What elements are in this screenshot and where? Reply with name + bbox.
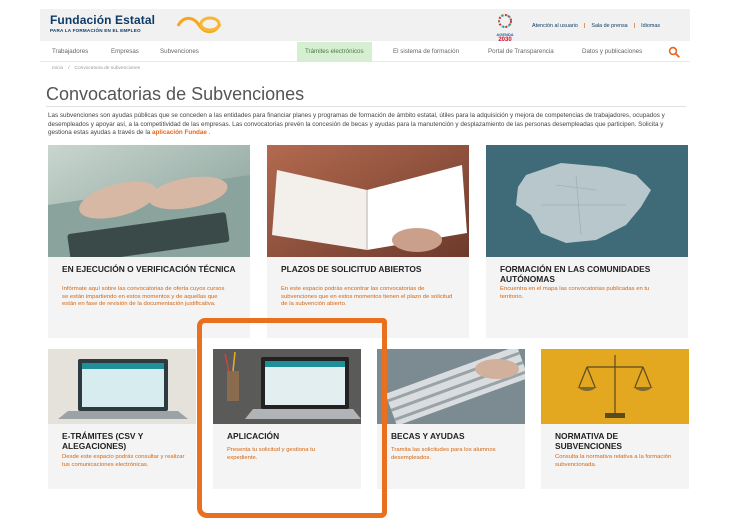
main-nav: Trabajadores Empresas Subvenciones Trámi… — [40, 42, 690, 62]
card-title: APLICACIÓN — [227, 431, 280, 441]
card-normativa[interactable]: NORMATIVA DE SUBVENCIONES Consulta la no… — [541, 349, 689, 489]
card-title: FORMACIÓN EN LAS COMUNIDADES AUTÓNOMAS — [500, 264, 651, 284]
page-title: Convocatorias de Subvenciones — [46, 84, 305, 104]
nav-empresas[interactable]: Empresas — [111, 42, 139, 62]
intro-suffix: . — [206, 129, 211, 137]
card-en-ejecucion[interactable]: EN EJECUCIÓN O VERIFICACIÓN TÉCNICA Infó… — [48, 145, 250, 338]
justice-scale-image — [541, 349, 689, 424]
card-becas-ayudas[interactable]: BECAS Y AYUDAS Tramita las solicitudes p… — [377, 349, 525, 489]
card-e-tramites[interactable]: E-TRÁMITES (CSV Y ALEGACIONES) Desde est… — [48, 349, 196, 489]
breadcrumb: Inicio / Convocatoria de subvenciones — [52, 66, 141, 71]
nav-trabajadores[interactable]: Trabajadores — [52, 42, 88, 62]
sdg-wheel-icon — [498, 14, 512, 28]
breadcrumb-current: Convocatoria de subvenciones — [74, 66, 141, 71]
card-text: Infórmate aquí sobre las convocatorias d… — [62, 286, 225, 308]
nav-datos-publicaciones[interactable]: Datos y publicaciones — [582, 42, 642, 62]
card-title: NORMATIVA DE SUBVENCIONES — [555, 431, 623, 451]
agenda-2030-logo[interactable]: AGENDA 2030 — [494, 14, 516, 43]
search-icon[interactable] — [668, 46, 680, 58]
card-aplicacion[interactable]: APLICACIÓN Presenta tu solicitud y gesti… — [213, 349, 361, 489]
card-text: Desde este espacio podrás consultar y re… — [62, 454, 185, 468]
aplicacion-fundae-link[interactable]: aplicación Fundae — [152, 129, 207, 136]
nav-tramites-electronicos[interactable]: Trámites electrónicos — [297, 42, 372, 62]
card-plazos-abiertos[interactable]: PLAZOS DE SOLICITUD ABIERTOS En este esp… — [267, 145, 469, 338]
card-title: PLAZOS DE SOLICITUD ABIERTOS — [281, 264, 422, 274]
card-comunidades-autonomas[interactable]: FORMACIÓN EN LAS COMUNIDADES AUTÓNOMAS E… — [486, 145, 688, 338]
nav-subvenciones[interactable]: Subvenciones — [160, 42, 199, 62]
nav-portal-transparencia[interactable]: Portal de Transparencia — [488, 42, 554, 62]
fundae-logo[interactable]: Fundación Estatal PARA LA FORMACIÓN EN E… — [50, 13, 155, 33]
title-divider — [46, 106, 686, 107]
logo-subtitle: PARA LA FORMACIÓN EN EL EMPLEO — [50, 28, 141, 33]
card-text: Consulta la normativa relativa a la form… — [555, 454, 672, 468]
intro-text: Las subvenciones son ayudas públicas que… — [48, 112, 665, 137]
card-text: En este espacio podrás encontrar las con… — [281, 286, 453, 308]
breadcrumb-inicio[interactable]: Inicio — [52, 66, 63, 71]
nav-sistema-formacion[interactable]: El sistema de formación — [393, 42, 459, 62]
top-links: Atención al usuario | Sala de prensa | Idiom… — [532, 23, 661, 29]
infinity-logo-icon — [176, 16, 222, 34]
top-link-atencion[interactable]: Atención al usuario — [532, 23, 578, 29]
becas-keyboard-image — [377, 349, 525, 424]
intro-paragraph: Las subvenciones son ayudas públicas que… — [48, 112, 688, 138]
desk-laptop-image — [213, 349, 361, 424]
card-title: EN EJECUCIÓN O VERIFICACIÓN TÉCNICA — [62, 264, 236, 274]
card-text: Encuentra en el mapa las convocatorias p… — [500, 286, 650, 300]
open-book-image — [267, 145, 469, 257]
logo-title: Fundación Estatal — [50, 13, 156, 27]
top-link-idiomas[interactable]: Idiomas — [641, 23, 660, 29]
card-title: BECAS Y AYUDAS — [391, 431, 465, 441]
card-text: Tramita las solicitudes para los alumnos… — [391, 447, 496, 461]
typing-hands-image — [48, 145, 250, 257]
top-link-prensa[interactable]: Sala de prensa — [591, 23, 627, 29]
card-title: E-TRÁMITES (CSV Y ALEGACIONES) — [62, 431, 144, 451]
spain-map-image — [486, 145, 688, 257]
card-text: Presenta tu solicitud y gestiona tu expe… — [227, 447, 316, 461]
laptop-image — [48, 349, 196, 424]
